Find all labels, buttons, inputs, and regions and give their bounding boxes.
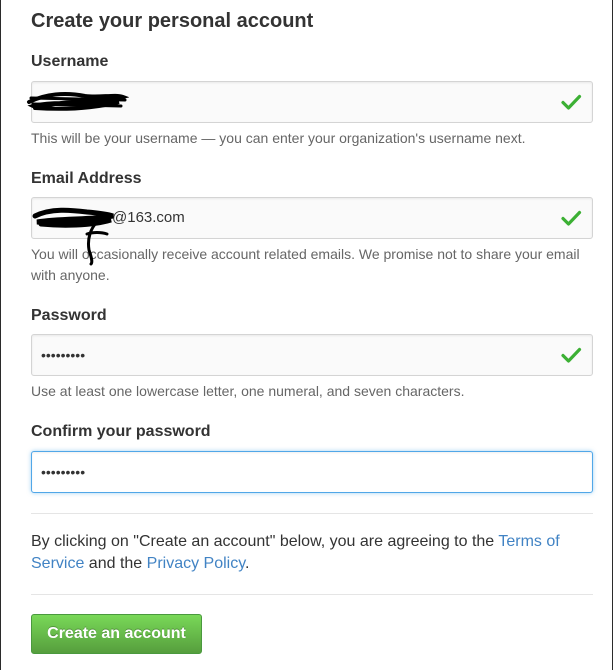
terms-text: By clicking on "Create an account" below… [31,531,587,575]
email-note: You will occasionally receive account re… [31,246,580,283]
username-label: Username [31,53,109,70]
password-value: ••••••••• [41,347,86,363]
confirm-password-label: Confirm your password [31,423,211,440]
page-title: Create your personal account [31,10,314,32]
terms-middle: and the [84,555,147,572]
confirm-password-field[interactable]: ••••••••• [31,451,593,493]
divider [31,594,593,595]
username-field[interactable] [31,81,593,123]
terms-prefix: By clicking on "Create an account" below… [31,533,499,550]
terms-suffix: . [245,555,250,572]
confirm-password-value: ••••••••• [41,464,86,480]
password-label: Password [31,307,107,324]
email-value: @163.com [112,209,185,226]
checkmark-icon [561,94,582,110]
email-field[interactable]: @163.com [31,197,593,239]
password-field[interactable]: ••••••••• [31,334,593,376]
privacy-policy-link[interactable]: Privacy Policy [147,555,245,572]
divider [31,513,593,514]
checkmark-icon [561,210,582,226]
email-label: Email Address [31,170,142,187]
username-note: This will be your username — you can ent… [31,130,526,146]
password-note: Use at least one lowercase letter, one n… [31,383,465,399]
create-account-button[interactable]: Create an account [31,614,202,654]
checkmark-icon [561,347,582,363]
